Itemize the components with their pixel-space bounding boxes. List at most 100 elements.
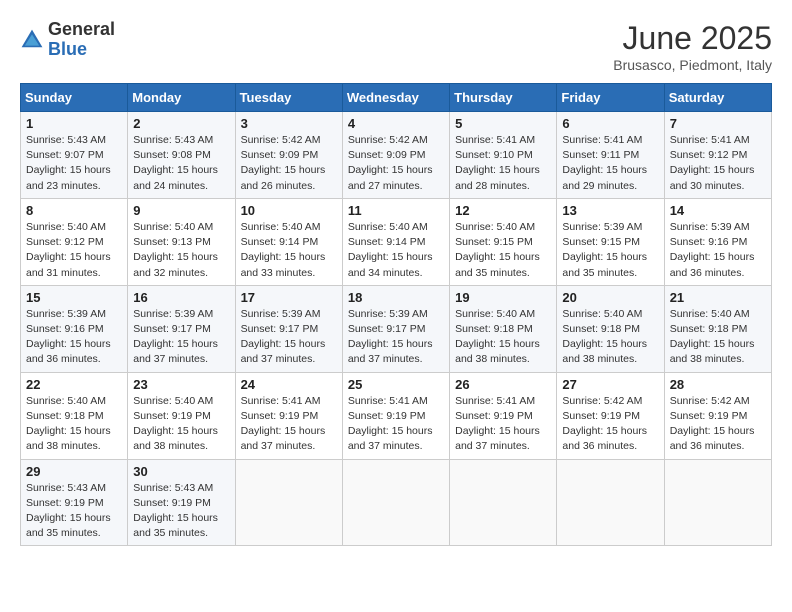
day-number: 10: [241, 203, 337, 218]
day-number: 12: [455, 203, 551, 218]
day-info: Sunrise: 5:39 AMSunset: 9:17 PMDaylight:…: [348, 307, 444, 368]
day-info: Sunrise: 5:41 AMSunset: 9:12 PMDaylight:…: [670, 133, 766, 194]
day-number: 14: [670, 203, 766, 218]
day-info: Sunrise: 5:39 AMSunset: 9:16 PMDaylight:…: [26, 307, 122, 368]
day-number: 2: [133, 116, 229, 131]
calendar-cell: 2Sunrise: 5:43 AMSunset: 9:08 PMDaylight…: [128, 112, 235, 199]
calendar-cell: 21Sunrise: 5:40 AMSunset: 9:18 PMDayligh…: [664, 285, 771, 372]
day-info: Sunrise: 5:41 AMSunset: 9:19 PMDaylight:…: [348, 394, 444, 455]
calendar-week-row: 29 Sunrise: 5:43 AMSunset: 9:19 PMDayligh…: [21, 459, 772, 546]
calendar-cell: 9 Sunrise: 5:40 AMSunset: 9:13 PMDaylight…: [128, 198, 235, 285]
calendar-cell: 26Sunrise: 5:41 AMSunset: 9:19 PMDayligh…: [450, 372, 557, 459]
day-info: Sunrise: 5:42 AMSunset: 9:09 PMDaylight:…: [241, 133, 337, 194]
calendar-cell: 28Sunrise: 5:42 AMSunset: 9:19 PMDayligh…: [664, 372, 771, 459]
day-number: 4: [348, 116, 444, 131]
calendar-cell: 24 Sunrise: 5:41 AMSunset: 9:19 PMDayligh…: [235, 372, 342, 459]
day-number: 17: [241, 290, 337, 305]
calendar-cell: 10Sunrise: 5:40 AMSunset: 9:14 PMDayligh…: [235, 198, 342, 285]
calendar-cell: 30 Sunrise: 5:43 AMSunset: 9:19 PMDayligh…: [128, 459, 235, 546]
header-friday: Friday: [557, 84, 664, 112]
day-number: 22: [26, 377, 122, 392]
day-info: Sunrise: 5:40 AMSunset: 9:14 PMDaylight:…: [348, 220, 444, 281]
header-monday: Monday: [128, 84, 235, 112]
day-info: Sunrise: 5:39 AMSunset: 9:17 PMDaylight:…: [241, 307, 337, 368]
day-number: 30: [133, 464, 229, 479]
day-info: Sunrise: 5:39 AMSunset: 9:17 PMDaylight:…: [133, 307, 229, 368]
day-number: 5: [455, 116, 551, 131]
title-area: June 2025 Brusasco, Piedmont, Italy: [613, 20, 772, 73]
day-info: Sunrise: 5:39 AMSunset: 9:16 PMDaylight:…: [670, 220, 766, 281]
page-header: General Blue June 2025 Brusasco, Piedmon…: [20, 20, 772, 73]
day-number: 25: [348, 377, 444, 392]
calendar-title: June 2025: [613, 20, 772, 57]
calendar-header-row: SundayMondayTuesdayWednesdayThursdayFrid…: [21, 84, 772, 112]
calendar-cell: 29Sunrise: 5:43 AMSunset: 9:19 PMDayligh…: [21, 459, 128, 546]
logo: General Blue: [20, 20, 115, 60]
calendar-cell: [450, 459, 557, 546]
calendar-cell: 15 Sunrise: 5:39 AMSunset: 9:16 PMDayligh…: [21, 285, 128, 372]
calendar-cell: 23 Sunrise: 5:40 AMSunset: 9:19 PMDayligh…: [128, 372, 235, 459]
calendar-cell: 5 Sunrise: 5:41 AMSunset: 9:10 PMDaylight…: [450, 112, 557, 199]
day-number: 8: [26, 203, 122, 218]
calendar-subtitle: Brusasco, Piedmont, Italy: [613, 57, 772, 73]
calendar-cell: 27Sunrise: 5:42 AMSunset: 9:19 PMDayligh…: [557, 372, 664, 459]
calendar-cell: 18 Sunrise: 5:39 AMSunset: 9:17 PMDayligh…: [342, 285, 449, 372]
calendar-cell: 17 Sunrise: 5:39 AMSunset: 9:17 PMDayligh…: [235, 285, 342, 372]
day-number: 19: [455, 290, 551, 305]
day-number: 16: [133, 290, 229, 305]
day-info: Sunrise: 5:41 AMSunset: 9:10 PMDaylight:…: [455, 133, 551, 194]
day-number: 13: [562, 203, 658, 218]
day-info: Sunrise: 5:40 AMSunset: 9:19 PMDaylight:…: [133, 394, 229, 455]
calendar-cell: 11Sunrise: 5:40 AMSunset: 9:14 PMDayligh…: [342, 198, 449, 285]
day-info: Sunrise: 5:40 AMSunset: 9:18 PMDaylight:…: [562, 307, 658, 368]
day-number: 18: [348, 290, 444, 305]
calendar-cell: 8Sunrise: 5:40 AMSunset: 9:12 PMDaylight…: [21, 198, 128, 285]
calendar-cell: [557, 459, 664, 546]
logo-text: General Blue: [48, 20, 115, 60]
calendar-cell: 14 Sunrise: 5:39 AMSunset: 9:16 PMDayligh…: [664, 198, 771, 285]
calendar-cell: 13 Sunrise: 5:39 AMSunset: 9:15 PMDayligh…: [557, 198, 664, 285]
day-info: Sunrise: 5:43 AMSunset: 9:07 PMDaylight:…: [26, 133, 122, 194]
day-info: Sunrise: 5:40 AMSunset: 9:18 PMDaylight:…: [455, 307, 551, 368]
calendar-week-row: 8Sunrise: 5:40 AMSunset: 9:12 PMDaylight…: [21, 198, 772, 285]
day-info: Sunrise: 5:42 AMSunset: 9:09 PMDaylight:…: [348, 133, 444, 194]
day-number: 24: [241, 377, 337, 392]
logo-blue-text: Blue: [48, 40, 115, 60]
day-number: 29: [26, 464, 122, 479]
day-info: Sunrise: 5:40 AMSunset: 9:15 PMDaylight:…: [455, 220, 551, 281]
calendar-cell: 20Sunrise: 5:40 AMSunset: 9:18 PMDayligh…: [557, 285, 664, 372]
day-number: 15: [26, 290, 122, 305]
day-number: 9: [133, 203, 229, 218]
day-info: Sunrise: 5:40 AMSunset: 9:18 PMDaylight:…: [26, 394, 122, 455]
calendar-week-row: 15 Sunrise: 5:39 AMSunset: 9:16 PMDayligh…: [21, 285, 772, 372]
day-info: Sunrise: 5:43 AMSunset: 9:19 PMDaylight:…: [133, 481, 229, 542]
day-number: 26: [455, 377, 551, 392]
day-number: 23: [133, 377, 229, 392]
calendar-table: SundayMondayTuesdayWednesdayThursdayFrid…: [20, 83, 772, 546]
day-number: 6: [562, 116, 658, 131]
day-info: Sunrise: 5:40 AMSunset: 9:18 PMDaylight:…: [670, 307, 766, 368]
header-thursday: Thursday: [450, 84, 557, 112]
calendar-cell: [664, 459, 771, 546]
calendar-cell: [235, 459, 342, 546]
day-number: 1: [26, 116, 122, 131]
calendar-cell: 22 Sunrise: 5:40 AMSunset: 9:18 PMDayligh…: [21, 372, 128, 459]
day-number: 7: [670, 116, 766, 131]
day-info: Sunrise: 5:41 AMSunset: 9:19 PMDaylight:…: [241, 394, 337, 455]
day-info: Sunrise: 5:39 AMSunset: 9:15 PMDaylight:…: [562, 220, 658, 281]
header-tuesday: Tuesday: [235, 84, 342, 112]
calendar-cell: 4 Sunrise: 5:42 AMSunset: 9:09 PMDaylight…: [342, 112, 449, 199]
calendar-cell: 19 Sunrise: 5:40 AMSunset: 9:18 PMDayligh…: [450, 285, 557, 372]
day-info: Sunrise: 5:40 AMSunset: 9:13 PMDaylight:…: [133, 220, 229, 281]
header-saturday: Saturday: [664, 84, 771, 112]
calendar-cell: [342, 459, 449, 546]
calendar-cell: 12 Sunrise: 5:40 AMSunset: 9:15 PMDayligh…: [450, 198, 557, 285]
day-info: Sunrise: 5:41 AMSunset: 9:11 PMDaylight:…: [562, 133, 658, 194]
calendar-cell: 3Sunrise: 5:42 AMSunset: 9:09 PMDaylight…: [235, 112, 342, 199]
day-info: Sunrise: 5:42 AMSunset: 9:19 PMDaylight:…: [670, 394, 766, 455]
calendar-cell: 6 Sunrise: 5:41 AMSunset: 9:11 PMDaylight…: [557, 112, 664, 199]
header-sunday: Sunday: [21, 84, 128, 112]
calendar-cell: 1 Sunrise: 5:43 AMSunset: 9:07 PMDaylight…: [21, 112, 128, 199]
calendar-cell: 7 Sunrise: 5:41 AMSunset: 9:12 PMDaylight…: [664, 112, 771, 199]
calendar-cell: 16 Sunrise: 5:39 AMSunset: 9:17 PMDayligh…: [128, 285, 235, 372]
